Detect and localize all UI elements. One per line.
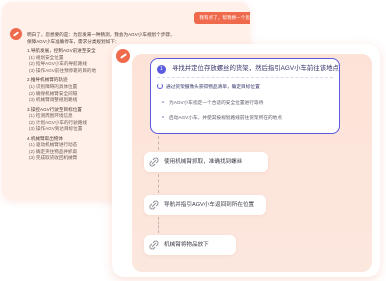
divider [157, 77, 333, 78]
substep-item: 启动AGV小车，并使其按规划路线前往货架所在的地点 [162, 115, 282, 121]
assistant-avatar-icon [10, 28, 22, 40]
substep-item: 为AGV小车指定一个合适的安全位置进行等待 [162, 100, 263, 106]
user-message-bubble: 我有点了，帮我换一个思路 [194, 12, 250, 24]
loading-spinner-icon [157, 83, 163, 89]
step-connector [158, 174, 159, 193]
bullet-dot-icon [162, 101, 164, 103]
substep-label: 为AGV小车指定一个合适的安全位置进行等待 [169, 100, 264, 105]
bullet-dot-icon [162, 116, 164, 118]
flow-step-1[interactable]: 1 寻找并定位存放螺丝的货架，然后指引AGV小车前往该地点 通过货架摄像头获得物… [150, 58, 340, 134]
flow-step-4[interactable]: 机械臂将物品放下 [144, 235, 236, 255]
substep-label: 启动AGV小车，并使其按规划路线前往货架所在的地点 [169, 115, 283, 120]
flow-step-2[interactable]: 使用机械臂抓取，准确找到螺丝 [144, 152, 268, 172]
step-connector [158, 217, 159, 233]
flow-step-3[interactable]: 导航并指引AGV小车返回到所在位置 [144, 195, 266, 215]
substep-item: 通过货架摄像头获得物品清单，确定目标位置 [157, 83, 260, 90]
step-label: 导航并指引AGV小车返回到所在位置 [164, 202, 255, 208]
step-label: 使用机械臂抓取，准确找到螺丝 [164, 159, 243, 165]
link-chain-icon [149, 240, 159, 250]
link-chain-icon [149, 200, 159, 210]
assistant-avatar-icon [116, 49, 130, 63]
substep-label: 通过货架摄像头获得物品清单，确定目标位置 [166, 84, 260, 89]
step-title: 寻找并定位存放螺丝的货架，然后指引AGV小车前往该地点 [172, 65, 339, 72]
step-label: 机械臂将物品放下 [164, 242, 209, 248]
link-chain-icon [149, 157, 159, 167]
step-number-badge: 1 [157, 65, 166, 74]
step-connector [158, 136, 159, 150]
